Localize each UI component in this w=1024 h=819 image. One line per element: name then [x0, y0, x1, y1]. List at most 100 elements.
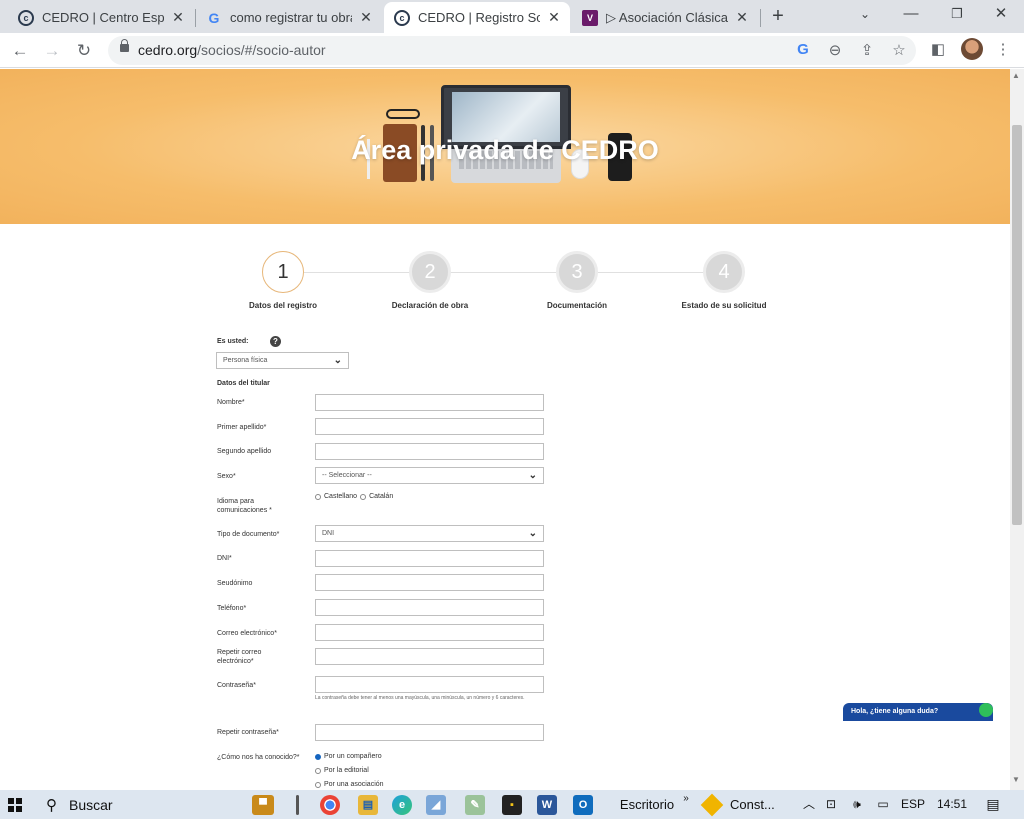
es-usted-label: Es usted: — [217, 338, 249, 345]
correo-field[interactable] — [315, 624, 544, 641]
repetir-contrasena-field[interactable] — [315, 724, 544, 741]
conocido-option-2[interactable]: Por la editorial — [315, 767, 369, 774]
catalan-label: Catalán — [369, 493, 394, 500]
seudonimo-field[interactable] — [315, 574, 544, 591]
side-panel-icon[interactable]: ◧ — [927, 39, 949, 61]
browser-tab-registro[interactable]: c CEDRO | Registro Socio ✕ — [384, 2, 570, 33]
briefcase-icon[interactable]: ▀ — [252, 795, 274, 815]
scrollbar[interactable]: ▲ ▼ — [1010, 69, 1024, 790]
new-tab-button[interactable]: + — [766, 4, 790, 28]
page-title: Área privada de CEDRO — [351, 135, 659, 165]
google-lens-icon[interactable]: G — [794, 41, 812, 58]
scroll-down-icon[interactable]: ▼ — [1012, 775, 1020, 784]
forward-arrow-icon[interactable]: → — [40, 39, 64, 63]
telefono-field[interactable] — [315, 599, 544, 616]
sexo-select[interactable]: -- Seleccionar -- ⌄ — [315, 467, 544, 484]
option-label: Por la editorial — [324, 767, 369, 774]
star-icon[interactable]: ☆ — [890, 41, 908, 59]
radio[interactable] — [315, 781, 321, 788]
back-arrow-icon[interactable]: ← — [8, 39, 32, 63]
close-icon[interactable]: ✕ — [546, 9, 562, 26]
es-usted-select[interactable]: Persona física ⌄ — [216, 352, 349, 369]
chevron-down-icon: ⌄ — [528, 528, 537, 539]
tipo-documento-select[interactable]: DNI ⌄ — [315, 525, 544, 542]
scroll-up-icon[interactable]: ▲ — [1012, 71, 1020, 80]
notifications-icon[interactable]: ▤ — [982, 790, 1004, 819]
step-2-label: Declaración de obra — [391, 301, 469, 310]
windows-start-icon[interactable] — [8, 798, 22, 812]
taskbar-divider — [296, 795, 299, 815]
browser-tab-google[interactable]: G como registrar tu obra ✕ — [196, 2, 382, 33]
chevron-up-icon[interactable]: ︿ — [800, 790, 818, 819]
dni-field[interactable] — [315, 550, 544, 567]
chevron-down-icon: ⌄ — [528, 470, 537, 481]
step-3-circle: 3 — [556, 251, 598, 293]
zoom-icon[interactable]: ⊖ — [826, 41, 844, 59]
tab-title: ▷ Asociación Clásicas y — [606, 9, 728, 25]
avatar[interactable] — [961, 38, 983, 60]
desktop-toolbar[interactable]: Escritorio — [612, 790, 682, 819]
file-explorer-icon[interactable]: ▤ — [358, 795, 378, 815]
minimize-button[interactable]: — — [888, 0, 934, 30]
sticky-notes-icon[interactable]: ▪ — [502, 795, 522, 815]
close-icon[interactable]: ✕ — [170, 9, 186, 26]
tab-strip: c CEDRO | Centro Español ✕ G como regist… — [0, 0, 1024, 33]
chevrons-icon[interactable]: » — [680, 784, 692, 813]
meet-icon[interactable]: ⊡ — [822, 790, 840, 819]
repetir-contrasena-label: Repetir contraseña* — [217, 729, 279, 736]
contrasena-field[interactable] — [315, 676, 544, 693]
contrasena-label: Contraseña* — [217, 682, 256, 689]
chat-widget[interactable]: Hola, ¿tiene alguna duda? — [843, 703, 993, 721]
language-indicator[interactable]: ESP — [898, 790, 928, 819]
chrome-icon[interactable] — [320, 795, 340, 815]
repetir-correo-field[interactable] — [315, 648, 544, 665]
app-icon — [700, 793, 724, 816]
help-icon[interactable]: ? — [270, 336, 281, 347]
nombre-field[interactable] — [315, 394, 544, 411]
taskbar-search[interactable]: ⚲ Buscar — [38, 790, 234, 819]
contrasena-hint: La contraseña debe tener al menos una ma… — [315, 695, 525, 701]
tab-search-icon[interactable]: ⌄ — [842, 0, 888, 30]
radio[interactable] — [315, 767, 321, 774]
url-text[interactable]: cedro.org/socios/#/socio-autor — [138, 42, 326, 58]
search-label: Buscar — [69, 796, 113, 813]
app-icon[interactable]: ◢ — [426, 795, 446, 815]
app-label: Const... — [730, 797, 775, 812]
close-icon[interactable]: ✕ — [358, 9, 374, 26]
step-connector — [304, 272, 410, 273]
tipo-documento-label: Tipo de documento* — [217, 531, 280, 538]
nombre-label: Nombre* — [217, 399, 245, 406]
close-icon[interactable]: ✕ — [734, 9, 750, 26]
reload-icon[interactable]: ↻ — [72, 39, 96, 63]
catalan-radio[interactable] — [360, 493, 367, 500]
glasses-image — [386, 109, 420, 119]
clock[interactable]: 14:51 — [934, 790, 970, 819]
browser-tab-asociacion[interactable]: V ▷ Asociación Clásicas y ✕ — [572, 2, 758, 33]
browser-tab-cedro[interactable]: c CEDRO | Centro Español ✕ — [8, 2, 194, 33]
option-label: Por una asociación — [324, 781, 384, 788]
address-bar[interactable]: cedro.org/socios/#/socio-autor G ⊖ ⇪ ☆ — [108, 36, 916, 65]
castellano-radio[interactable] — [315, 493, 321, 500]
tab-title: CEDRO | Centro Español — [42, 10, 164, 25]
primer-apellido-field[interactable] — [315, 418, 544, 435]
radio-selected[interactable] — [315, 753, 321, 760]
maximize-button[interactable]: ❐ — [934, 0, 980, 30]
conocido-option-3[interactable]: Por una asociación — [315, 781, 384, 788]
edge-icon[interactable]: e — [392, 795, 412, 815]
page-viewport: Área privada de CEDRO 1 2 3 4 Datos del … — [0, 69, 1010, 790]
idioma-label: Idioma para comunicaciones * — [217, 498, 272, 514]
outlook-icon[interactable]: O — [573, 795, 593, 815]
segundo-apellido-field[interactable] — [315, 443, 544, 460]
app-icon[interactable]: ✎ — [465, 795, 485, 815]
network-icon[interactable]: ▭ — [872, 790, 894, 819]
share-icon[interactable]: ⇪ — [858, 41, 876, 59]
conocido-option-1[interactable]: Por un compañero — [315, 753, 382, 760]
google-icon: G — [208, 9, 220, 26]
taskbar-app-const[interactable]: Const... — [700, 790, 790, 819]
close-window-button[interactable]: ✕ — [978, 0, 1024, 30]
volume-icon[interactable]: 🕪 — [846, 790, 868, 819]
word-icon[interactable]: W — [537, 795, 557, 815]
step-1-label: Datos del registro — [248, 301, 317, 310]
menu-dots-icon[interactable]: ⋮ — [992, 39, 1014, 61]
scroll-thumb[interactable] — [1012, 125, 1022, 525]
